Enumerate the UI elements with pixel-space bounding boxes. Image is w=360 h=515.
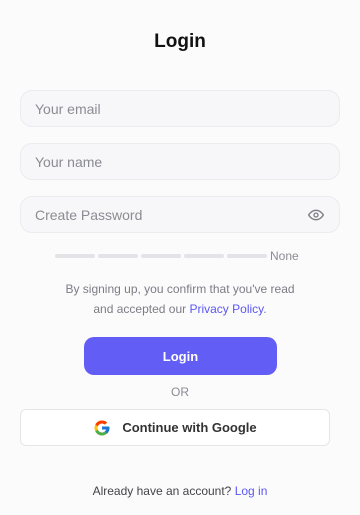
password-field[interactable] [20, 196, 340, 233]
name-field[interactable] [20, 143, 340, 180]
or-divider: OR [171, 385, 189, 399]
google-icon [93, 419, 111, 437]
strength-segment [98, 254, 138, 258]
terms-end: . [263, 302, 267, 316]
name-input[interactable] [35, 153, 325, 170]
google-button-label: Continue with Google [122, 420, 257, 435]
strength-label: None [270, 249, 299, 263]
eye-icon[interactable] [307, 206, 325, 224]
email-input[interactable] [35, 100, 325, 117]
password-input[interactable] [35, 206, 307, 223]
log-in-link[interactable]: Log in [235, 484, 268, 498]
terms-text: By signing up, you confirm that you've r… [0, 279, 360, 319]
login-prompt: Already have an account? Log in [0, 484, 360, 498]
email-field[interactable] [20, 90, 340, 127]
strength-segment [141, 254, 181, 258]
terms-line2: and accepted our [93, 302, 187, 316]
strength-segment [184, 254, 224, 258]
login-prompt-text: Already have an account? [92, 484, 232, 498]
strength-segment [55, 254, 95, 258]
page-title: Login [154, 31, 206, 52]
strength-segment [227, 254, 267, 258]
terms-line1: By signing up, you confirm that you've r… [65, 282, 295, 296]
continue-with-google-button[interactable]: Continue with Google [20, 409, 330, 446]
password-strength-meter: None [55, 249, 345, 263]
privacy-policy-link[interactable]: Privacy Policy [189, 302, 263, 316]
login-screen: Login None By signing up, you confirm th… [0, 0, 360, 515]
login-button[interactable]: Login [84, 337, 277, 375]
